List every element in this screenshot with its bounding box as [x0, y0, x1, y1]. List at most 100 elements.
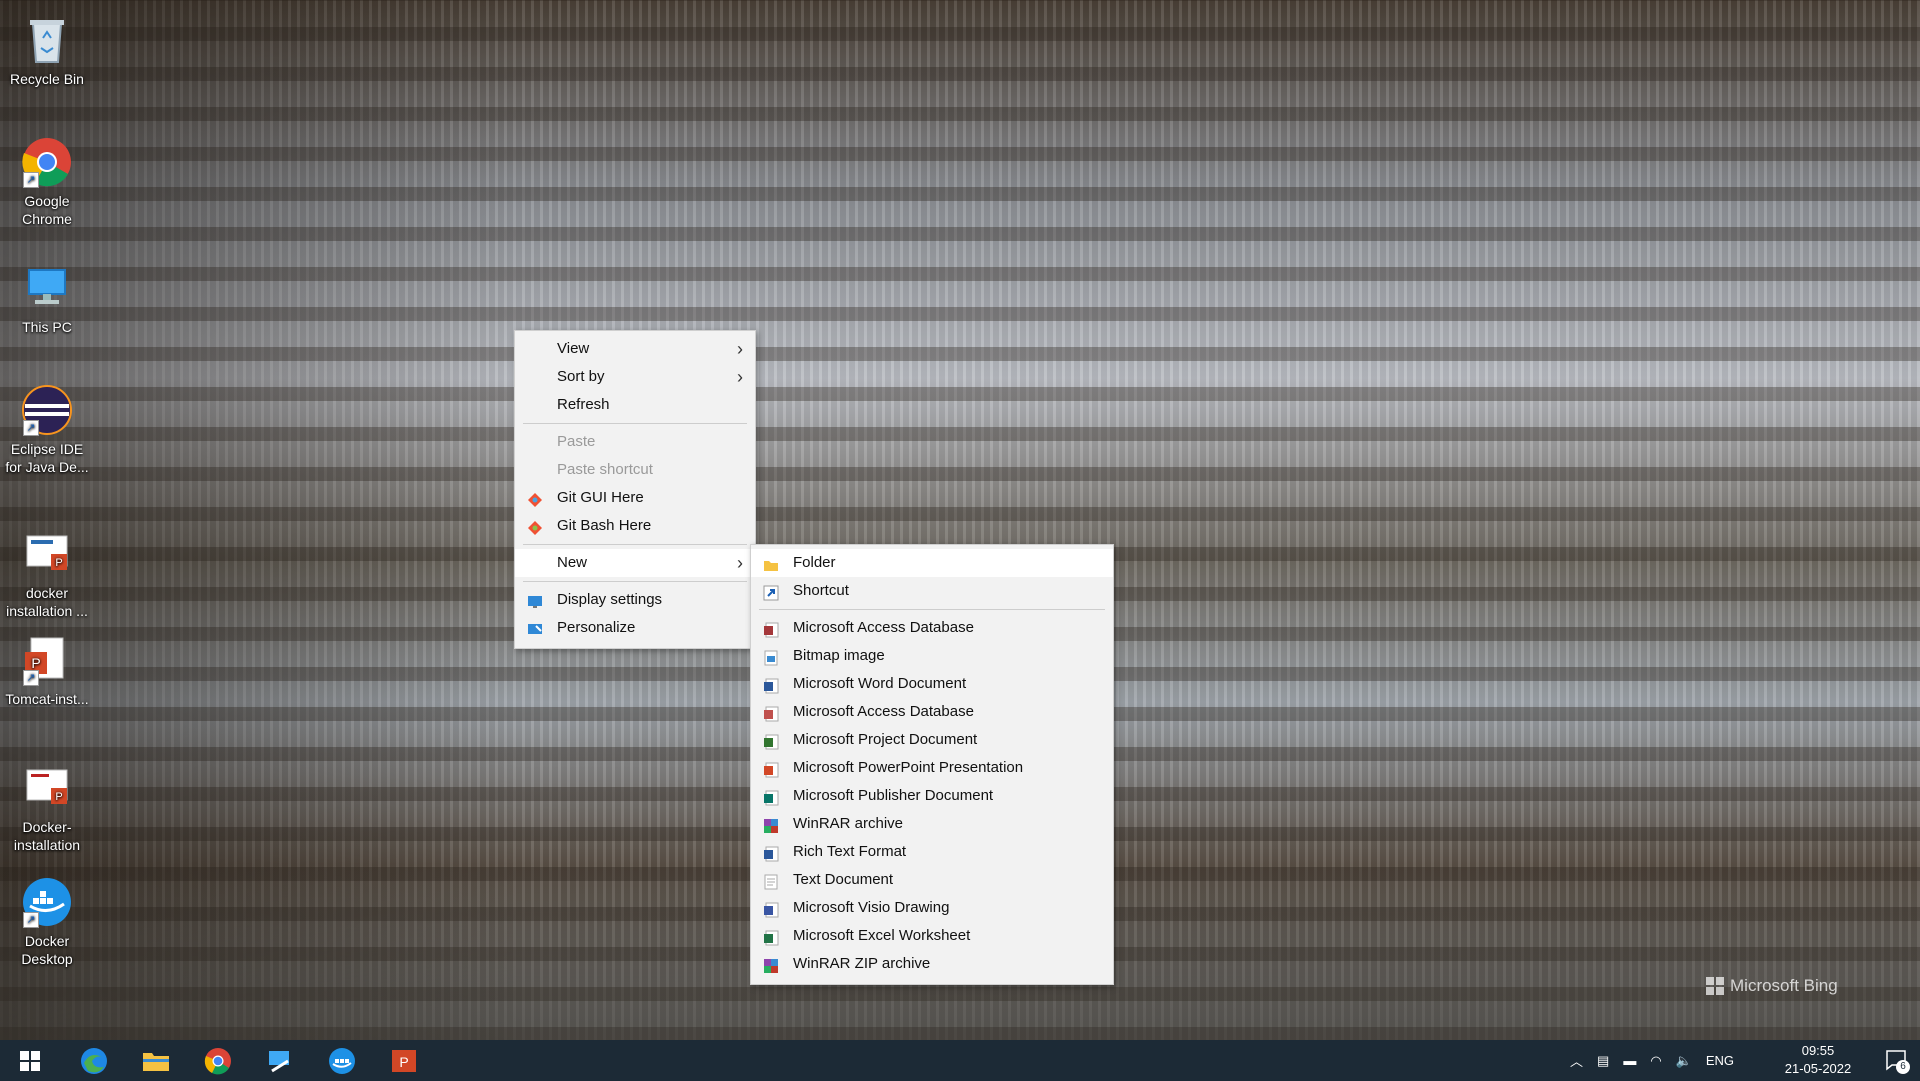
taskbar-powerpoint-button[interactable]: P	[384, 1044, 424, 1077]
battery-icon[interactable]: ▬	[1623, 1053, 1636, 1068]
submenu-item-label: Microsoft Access Database	[793, 703, 974, 720]
submenu-item-bitmap[interactable]: Bitmap image	[751, 642, 1113, 670]
submenu-item-powerpoint[interactable]: Microsoft PowerPoint Presentation	[751, 754, 1113, 782]
taskbar-clock[interactable]: 09:55 21-05-2022	[1770, 1042, 1866, 1078]
submenu-item-label: Shortcut	[793, 582, 849, 599]
submenu-item-folder[interactable]: Folder	[751, 549, 1113, 577]
excel-icon	[763, 928, 779, 946]
submenu-item-access-database-2[interactable]: Microsoft Access Database	[751, 698, 1113, 726]
submenu-item-shortcut[interactable]: Shortcut	[751, 577, 1113, 605]
notification-count-badge: 6	[1896, 1060, 1910, 1074]
chrome-icon: ↗	[21, 136, 73, 188]
windows-start-icon	[20, 1050, 40, 1071]
chrome-desktop-icon[interactable]: ↗ Google Chrome	[4, 136, 90, 228]
submenu-item-text-document[interactable]: Text Document	[751, 866, 1113, 894]
this-pc-desktop-icon[interactable]: This PC	[4, 262, 90, 336]
network-device-icon[interactable]: ▤	[1597, 1053, 1609, 1069]
desktop-context-menu: View › Sort by › Refresh Paste Paste sho…	[514, 330, 756, 649]
desktop-icon-label: Eclipse IDE for Java De...	[5, 441, 89, 475]
taskbar-snip-button[interactable]	[260, 1044, 300, 1077]
desktop-icon-label: Docker Desktop	[21, 933, 73, 967]
publisher-icon	[763, 788, 779, 806]
clock-time: 09:55	[1801, 1043, 1835, 1058]
menu-item-refresh[interactable]: Refresh	[515, 391, 755, 419]
menu-item-display-settings[interactable]: Display settings	[515, 586, 755, 614]
wifi-icon[interactable]: ◠	[1650, 1053, 1661, 1069]
menu-item-paste-shortcut[interactable]: Paste shortcut	[515, 456, 755, 484]
submenu-item-label: WinRAR archive	[793, 815, 904, 832]
menu-item-sort-by[interactable]: Sort by ›	[515, 363, 755, 391]
submenu-item-winrar-archive[interactable]: WinRAR archive	[751, 810, 1113, 838]
chevron-right-icon: ›	[737, 339, 743, 359]
taskbar: P ︿ ▤ ▬ ◠ 🔈 ENG 09:55 21-05-2022 6	[0, 1040, 1920, 1081]
shortcut-arrow-icon: ↗	[23, 420, 39, 436]
menu-item-git-bash[interactable]: Git Bash Here	[515, 512, 755, 540]
edge-icon	[81, 1047, 107, 1074]
svg-text:P: P	[55, 557, 62, 569]
submenu-item-rich-text[interactable]: Rich Text Format	[751, 838, 1113, 866]
svg-text:P: P	[399, 1054, 408, 1070]
taskbar-docker-button[interactable]	[322, 1044, 362, 1077]
menu-item-label: Display settings	[557, 591, 663, 608]
system-tray: ︿ ▤ ▬ ◠ 🔈 ENG	[1570, 1040, 1734, 1081]
docker-installation2-desktop-icon[interactable]: P Docker-installation	[4, 762, 90, 854]
rtf-icon	[763, 844, 779, 862]
submenu-item-visio[interactable]: Microsoft Visio Drawing	[751, 894, 1113, 922]
submenu-item-project-document[interactable]: Microsoft Project Document	[751, 726, 1113, 754]
desktop-icon-label: docker installation ...	[6, 585, 88, 619]
docker-icon	[329, 1047, 355, 1074]
menu-item-personalize[interactable]: Personalize	[515, 614, 755, 642]
recycle-bin-desktop-icon[interactable]: Recycle Bin	[4, 14, 90, 88]
submenu-item-label: Microsoft Project Document	[793, 731, 978, 748]
shortcut-arrow-icon: ↗	[23, 172, 39, 188]
visio-icon	[763, 900, 779, 918]
docker-desktop-icon[interactable]: ↗ Docker Desktop	[4, 876, 90, 968]
menu-item-git-gui[interactable]: Git GUI Here	[515, 484, 755, 512]
personalize-icon	[527, 620, 543, 636]
new-submenu: Folder Shortcut Microsoft Access Databas…	[750, 544, 1114, 985]
word-icon	[763, 676, 779, 694]
menu-item-new[interactable]: New ›	[515, 549, 755, 577]
chevron-up-icon[interactable]: ︿	[1570, 1051, 1583, 1070]
submenu-item-label: Microsoft Access Database	[793, 619, 974, 636]
git-gui-icon	[527, 490, 543, 507]
menu-item-paste[interactable]: Paste	[515, 428, 755, 456]
shortcut-arrow-icon: ↗	[23, 912, 39, 928]
taskbar-edge-button[interactable]	[74, 1044, 114, 1077]
docker-installation-desktop-icon[interactable]: P docker installation ...	[4, 528, 90, 620]
desktop-icon-label: Google Chrome	[22, 193, 72, 227]
shortcut-arrow-icon: ↗	[23, 670, 39, 686]
desktop-icon-label: Docker-installation	[13, 819, 81, 853]
submenu-item-access-database[interactable]: Microsoft Access Database	[751, 614, 1113, 642]
taskbar-file-explorer-button[interactable]	[136, 1044, 176, 1077]
menu-separator	[523, 581, 747, 582]
submenu-item-label: Microsoft Word Document	[793, 675, 967, 692]
submenu-item-publisher[interactable]: Microsoft Publisher Document	[751, 782, 1113, 810]
submenu-item-label: Rich Text Format	[793, 843, 907, 860]
eclipse-desktop-icon[interactable]: ↗ Eclipse IDE for Java De...	[4, 384, 90, 476]
start-button[interactable]	[10, 1044, 50, 1077]
submenu-item-winrar-zip[interactable]: WinRAR ZIP archive	[751, 950, 1113, 978]
submenu-item-word-document[interactable]: Microsoft Word Document	[751, 670, 1113, 698]
winrar-zip-icon	[763, 956, 779, 973]
docker-icon: ↗	[21, 876, 73, 928]
taskbar-chrome-button[interactable]	[198, 1044, 238, 1077]
text-file-icon	[763, 872, 779, 890]
submenu-item-excel[interactable]: Microsoft Excel Worksheet	[751, 922, 1113, 950]
chrome-icon	[204, 1047, 231, 1074]
powerpoint-icon	[763, 760, 779, 778]
menu-item-view[interactable]: View ›	[515, 335, 755, 363]
tomcat-desktop-icon[interactable]: P ↗ Tomcat-inst...	[4, 634, 90, 708]
menu-item-label: Personalize	[557, 619, 636, 636]
submenu-item-label: Bitmap image	[793, 647, 885, 664]
desktop-icon-label: This PC	[22, 319, 72, 335]
submenu-item-label: Microsoft Visio Drawing	[793, 899, 950, 916]
recycle-bin-icon	[21, 14, 73, 66]
volume-icon[interactable]: 🔈	[1676, 1053, 1692, 1069]
notification-center-button[interactable]: 6	[1884, 1048, 1910, 1074]
winrar-icon	[763, 816, 779, 833]
desktop-icon-label: Tomcat-inst...	[5, 691, 89, 707]
access-icon	[763, 704, 779, 722]
language-indicator[interactable]: ENG	[1706, 1053, 1734, 1068]
submenu-item-label: Microsoft PowerPoint Presentation	[793, 759, 1024, 776]
